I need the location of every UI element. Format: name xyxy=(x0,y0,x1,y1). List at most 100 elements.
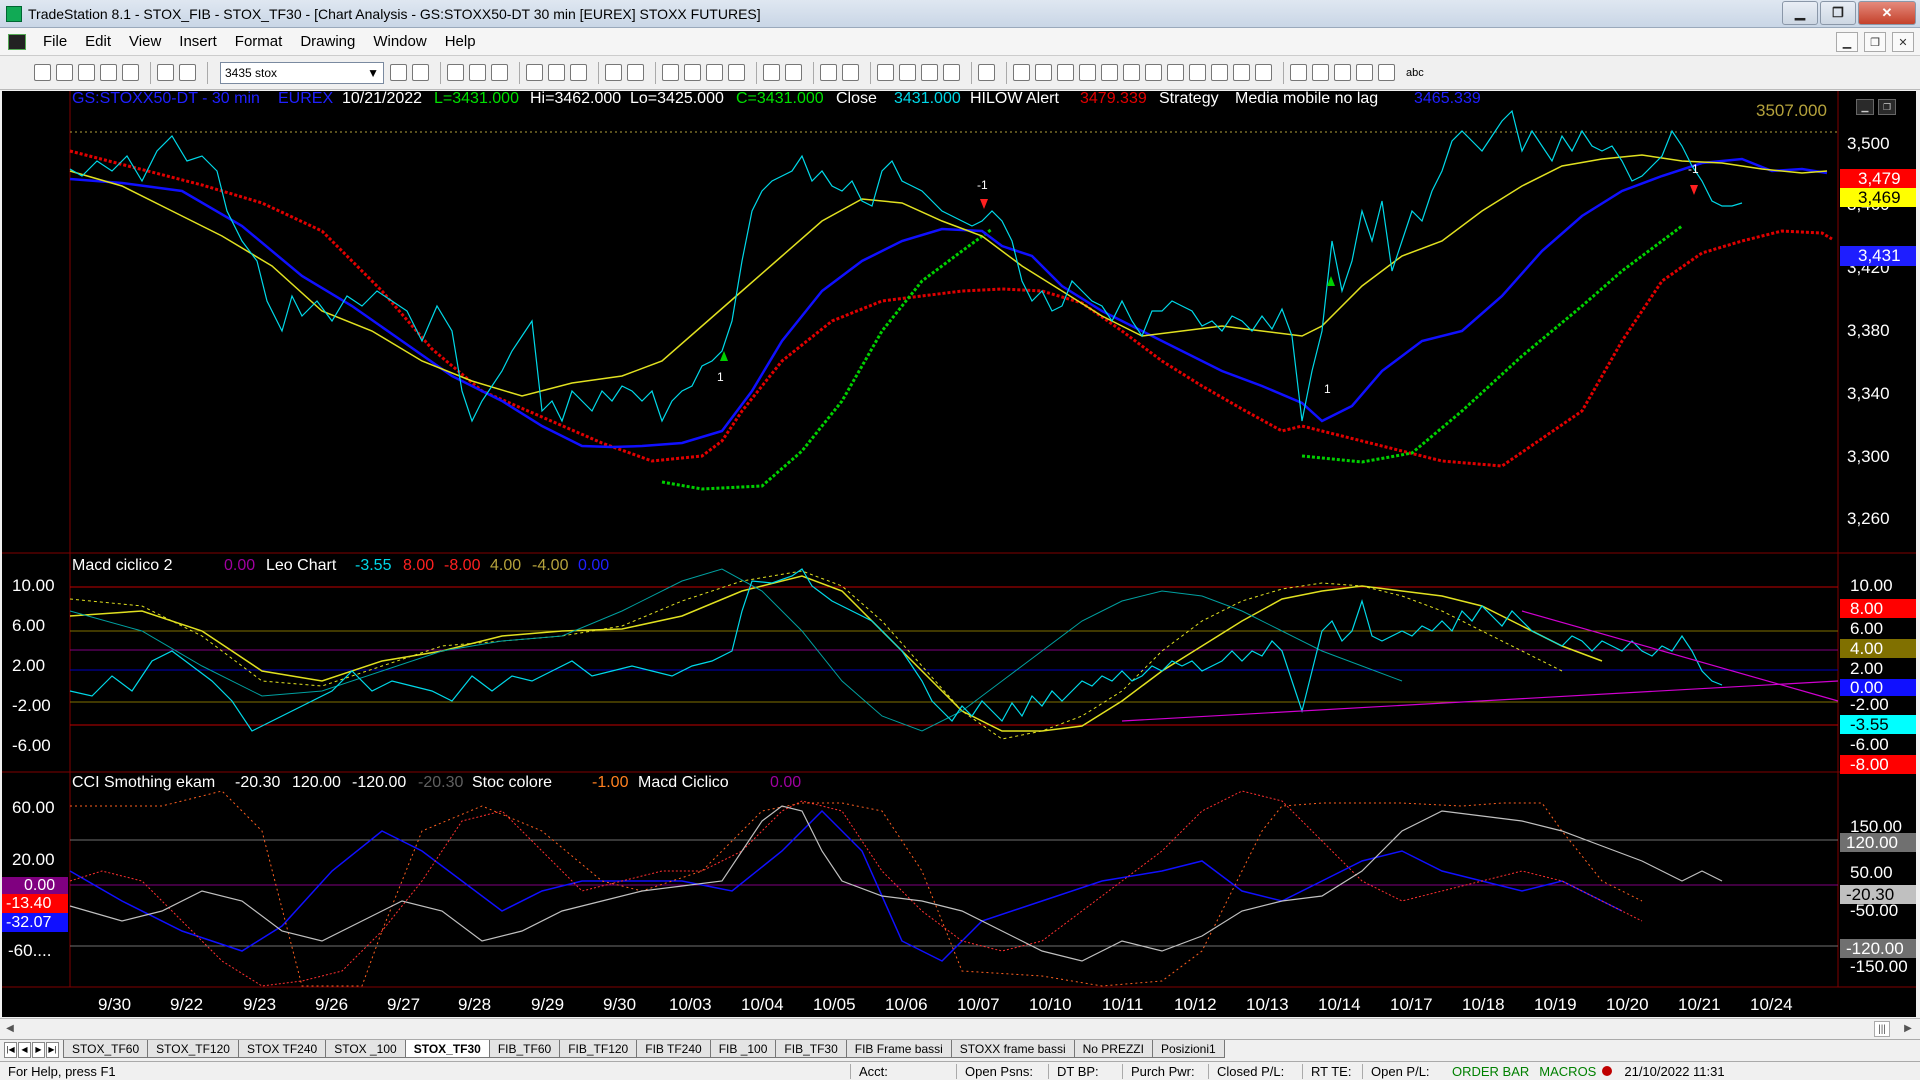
rectangle-icon[interactable] xyxy=(1378,64,1395,81)
regression-channel-icon[interactable] xyxy=(1167,64,1184,81)
cci-tag: 120.00 xyxy=(1840,833,1916,852)
scroll-left-icon[interactable]: ◀ xyxy=(2,1021,18,1037)
expand-bars-icon[interactable] xyxy=(763,64,780,81)
tab-fib-tf240[interactable]: FIB TF240 xyxy=(636,1040,711,1058)
macd-tag: -8.00 xyxy=(1840,755,1916,774)
tab-fib-tf30[interactable]: FIB_TF30 xyxy=(775,1040,847,1058)
open-icon[interactable] xyxy=(56,64,73,81)
macd-left-tick: -2.00 xyxy=(12,696,51,715)
candle-chart-icon[interactable] xyxy=(684,64,701,81)
zoom-in-icon[interactable] xyxy=(820,64,837,81)
tab-stox-tf120[interactable]: STOX_TF120 xyxy=(147,1040,239,1058)
pointer-icon[interactable] xyxy=(877,64,894,81)
tab-prev-icon[interactable]: ◀ xyxy=(18,1042,31,1058)
indicator-icon[interactable] xyxy=(526,64,543,81)
tab-fib-tf60[interactable]: FIB_TF60 xyxy=(488,1040,561,1058)
text-tool[interactable]: abc xyxy=(1406,67,1424,79)
fibonacci-time-zones-icon[interactable] xyxy=(1189,64,1206,81)
menu-format[interactable]: Format xyxy=(226,33,292,50)
print-icon[interactable] xyxy=(179,64,196,81)
format-icon[interactable] xyxy=(570,64,587,81)
save-workspace-icon[interactable] xyxy=(122,64,139,81)
save-icon[interactable] xyxy=(100,64,117,81)
tab-fib-tf120[interactable]: FIB_TF120 xyxy=(559,1040,638,1058)
chart-canvas[interactable]: 1 -1 1 -1 xyxy=(2,91,1916,1017)
down-arrow-icon[interactable] xyxy=(1312,64,1329,81)
menu-window[interactable]: Window xyxy=(364,33,435,50)
matrix-icon[interactable] xyxy=(491,64,508,81)
macd-v1: 0.00 xyxy=(224,557,256,574)
menu-view[interactable]: View xyxy=(120,33,170,50)
pane-minimize-button[interactable]: ▁ xyxy=(1856,99,1874,115)
close-value: 3431.000 xyxy=(894,90,961,107)
radar-screen-icon[interactable] xyxy=(469,64,486,81)
maximize-button[interactable]: ❐ xyxy=(1820,1,1856,25)
horizontal-line-icon[interactable] xyxy=(1035,64,1052,81)
horizontal-scrollbar[interactable]: ◀ ||| ▶ xyxy=(0,1018,1920,1038)
tools-icon[interactable] xyxy=(921,64,938,81)
menu-help[interactable]: Help xyxy=(436,33,485,50)
eraser-icon[interactable] xyxy=(978,64,995,81)
bar-chart-icon[interactable] xyxy=(662,64,679,81)
macros-button[interactable]: MACROS xyxy=(1537,1064,1598,1079)
order-bar-button[interactable]: ORDER BAR xyxy=(1444,1064,1537,1079)
go-arrow-icon[interactable] xyxy=(390,64,407,81)
minimize-button[interactable]: ▁ xyxy=(1782,1,1818,25)
window-tile-icon[interactable] xyxy=(605,64,622,81)
zoom-out-icon[interactable] xyxy=(842,64,859,81)
scroll-thumb[interactable]: ||| xyxy=(1874,1021,1890,1037)
open-workspace-icon[interactable] xyxy=(78,64,95,81)
tab-stox-tf30[interactable]: STOX_TF30 xyxy=(404,1040,490,1058)
chevron-down-icon[interactable]: ▼ xyxy=(367,66,379,80)
tab-fib-frame-bassi[interactable]: FIB Frame bassi xyxy=(845,1040,952,1058)
symbol-lookup-icon[interactable] xyxy=(412,64,429,81)
pane-restore-button[interactable]: ❐ xyxy=(1878,99,1896,115)
ellipse-icon[interactable] xyxy=(1356,64,1373,81)
menu-edit[interactable]: Edit xyxy=(76,33,120,50)
fibonacci-fan-icon[interactable] xyxy=(1255,64,1272,81)
menu-file[interactable]: File xyxy=(34,33,76,50)
tab-next-icon[interactable]: ▶ xyxy=(32,1042,45,1058)
close-button[interactable]: ✕ xyxy=(1858,1,1916,25)
tab-stox-tf60[interactable]: STOX_TF60 xyxy=(63,1040,149,1058)
symbol-input[interactable]: 3435 stox ▼ xyxy=(220,61,384,84)
tab-stoxx-frame-bassi[interactable]: STOXX frame bassi xyxy=(950,1040,1075,1058)
point-figure-icon[interactable] xyxy=(728,64,745,81)
vertical-line-icon[interactable] xyxy=(1057,64,1074,81)
chart-window[interactable]: 1 -1 1 -1 GS:STOXX50-DT - 30 min EUREX 1… xyxy=(2,90,1916,1017)
menu-drawing[interactable]: Drawing xyxy=(291,33,364,50)
fibonacci-retracement-icon[interactable] xyxy=(1101,64,1118,81)
tab-no-prezzi[interactable]: No PREZZI xyxy=(1073,1040,1153,1058)
fibonacci-arcs-icon[interactable] xyxy=(1233,64,1250,81)
scroll-right-icon[interactable]: ▶ xyxy=(1900,1021,1916,1037)
mdi-restore-button[interactable]: ❐ xyxy=(1864,32,1886,52)
speed-lines-icon[interactable] xyxy=(1123,64,1140,81)
tab-posizioni1[interactable]: Posizioni1 xyxy=(1151,1040,1225,1058)
tab-stox-100[interactable]: STOX _100 xyxy=(325,1040,406,1058)
line-chart-icon[interactable] xyxy=(706,64,723,81)
trendline-icon[interactable] xyxy=(1013,64,1030,81)
tab-last-icon[interactable]: ▶| xyxy=(46,1042,59,1058)
menu-insert[interactable]: Insert xyxy=(170,33,226,50)
tab-first-icon[interactable]: |◀ xyxy=(4,1042,17,1058)
cycle-lines-icon[interactable] xyxy=(1211,64,1228,81)
arc-icon[interactable] xyxy=(1290,64,1307,81)
strategy-icon[interactable] xyxy=(548,64,565,81)
up-arrow-icon[interactable] xyxy=(1334,64,1351,81)
media-label: Media mobile no lag xyxy=(1235,90,1379,107)
window-cascade-icon[interactable] xyxy=(627,64,644,81)
tab-stox-tf240[interactable]: STOX TF240 xyxy=(237,1040,327,1058)
new-icon[interactable] xyxy=(34,64,51,81)
mdi-minimize-button[interactable]: ▁ xyxy=(1836,32,1858,52)
data-window-icon[interactable] xyxy=(943,64,960,81)
chart-window-icon[interactable] xyxy=(8,33,26,50)
compress-bars-icon[interactable] xyxy=(785,64,802,81)
gann-fan-icon[interactable] xyxy=(1145,64,1162,81)
chart-icon[interactable] xyxy=(447,64,464,81)
time-tick: 9/22 xyxy=(170,995,204,1014)
magnify-icon[interactable] xyxy=(899,64,916,81)
andrews-pitchfork-icon[interactable] xyxy=(1079,64,1096,81)
mdi-close-button[interactable]: ✕ xyxy=(1892,32,1914,52)
tab-fib-100[interactable]: FIB _100 xyxy=(709,1040,777,1058)
print-preview-icon[interactable] xyxy=(157,64,174,81)
